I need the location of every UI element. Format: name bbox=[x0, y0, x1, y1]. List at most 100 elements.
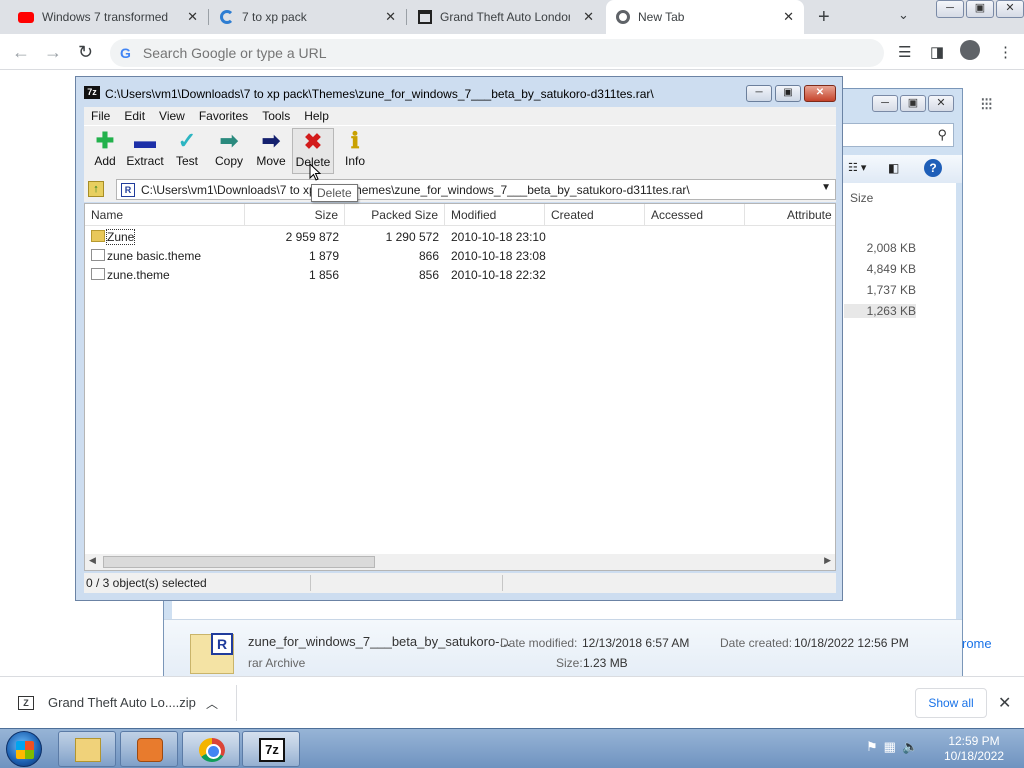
file-name: zune basic.theme bbox=[107, 249, 202, 263]
tab-separator bbox=[406, 9, 407, 25]
add-button[interactable]: ✚ Add bbox=[84, 128, 126, 174]
chrome-link-fragment[interactable]: rome bbox=[962, 636, 992, 651]
close-button[interactable]: ✕ bbox=[804, 85, 836, 102]
menu-edit[interactable]: Edit bbox=[117, 107, 152, 125]
close-icon[interactable]: ✕ bbox=[583, 9, 594, 25]
forward-arrow-icon[interactable]: → bbox=[44, 42, 62, 63]
taskbar-chrome[interactable] bbox=[182, 731, 240, 767]
taskbar: 7z ⚑ ▦ 🔈 12:59 PM 10/18/2022 bbox=[0, 728, 1024, 768]
chevron-up-icon[interactable]: ︿ bbox=[206, 695, 218, 712]
column-attributes[interactable]: Attribute bbox=[781, 204, 835, 226]
column-name[interactable]: Name bbox=[85, 204, 245, 226]
delete-tooltip: Delete bbox=[311, 184, 358, 202]
zip-file-icon: Z bbox=[18, 695, 34, 710]
table-row[interactable]: Zune 2 959 872 1 290 572 2010-10-18 23:1… bbox=[85, 228, 835, 247]
table-row[interactable]: zune basic.theme 1 879 866 2010-10-18 23… bbox=[85, 247, 835, 266]
taskbar-explorer[interactable] bbox=[58, 731, 116, 767]
close-icon[interactable]: ✕ bbox=[187, 9, 198, 25]
file-size: 1,737 KB bbox=[866, 283, 916, 297]
download-item[interactable]: Z Grand Theft Auto Lo....zip bbox=[18, 695, 196, 710]
reload-icon[interactable]: ↻ bbox=[78, 42, 93, 63]
more-menu-icon[interactable]: ⋮ bbox=[998, 43, 1013, 61]
preview-pane-icon[interactable]: ◧ bbox=[888, 161, 899, 175]
column-size[interactable]: Size bbox=[850, 191, 873, 205]
menu-help[interactable]: Help bbox=[297, 107, 336, 125]
folder-up-icon[interactable]: ↑ bbox=[88, 181, 104, 197]
windows-logo-icon bbox=[16, 741, 34, 759]
youtube-icon bbox=[18, 11, 34, 23]
info-icon: ℹ bbox=[350, 128, 360, 153]
new-tab-button[interactable]: + bbox=[818, 6, 830, 29]
close-button[interactable]: ✕ bbox=[996, 0, 1024, 18]
status-bar: 0 / 3 object(s) selected bbox=[84, 573, 836, 593]
side-panel-icon[interactable]: ◨ bbox=[930, 43, 944, 61]
rar-archive-icon: R bbox=[190, 633, 234, 674]
start-button[interactable] bbox=[6, 731, 42, 767]
info-button[interactable]: ℹ Info bbox=[334, 128, 376, 174]
column-modified[interactable]: Modified bbox=[445, 204, 545, 226]
volume-icon[interactable]: 🔈 bbox=[902, 739, 918, 755]
test-button[interactable]: ✓ Test bbox=[166, 128, 208, 174]
show-all-button[interactable]: Show all bbox=[915, 688, 987, 718]
tab-title: Windows 7 transformed int bbox=[42, 10, 172, 24]
view-options-icon[interactable]: ☷ ▾ bbox=[848, 161, 866, 174]
menu-favorites[interactable]: Favorites bbox=[192, 107, 255, 125]
menu-tools[interactable]: Tools bbox=[255, 107, 297, 125]
close-icon[interactable]: ✕ bbox=[998, 693, 1011, 713]
back-arrow-icon[interactable]: ← bbox=[12, 42, 30, 63]
path-combobox[interactable]: R C:\Users\vm1\Downloads\7 to xp pack\Th… bbox=[116, 179, 836, 200]
maximize-button[interactable]: ▣ bbox=[775, 85, 801, 102]
tab-7-to-xp-pack[interactable]: 7 to xp pack ✕ bbox=[210, 0, 406, 34]
scrollbar-thumb[interactable] bbox=[103, 556, 375, 568]
7zip-toolbar: ✚ Add ▬ Extract ✓ Test ➡ Copy ➡ Move ✖ D… bbox=[84, 125, 836, 177]
taskbar-7zip[interactable]: 7z bbox=[242, 731, 300, 767]
scroll-right-icon[interactable]: ▶ bbox=[824, 555, 831, 566]
help-icon[interactable]: ? bbox=[924, 159, 942, 177]
close-icon[interactable]: ✕ bbox=[783, 9, 794, 25]
apps-grid-icon[interactable]: ⁝⁝⁝ bbox=[980, 94, 993, 115]
7zip-title-bar[interactable]: 7z C:\Users\vm1\Downloads\7 to xp pack\T… bbox=[76, 77, 842, 107]
table-row[interactable]: zune.theme 1 856 856 2010-10-18 22:32 bbox=[85, 266, 835, 285]
menu-view[interactable]: View bbox=[152, 107, 192, 125]
status-divider bbox=[502, 575, 503, 591]
selection-status: 0 / 3 object(s) selected bbox=[86, 576, 207, 590]
minimize-button[interactable]: ─ bbox=[936, 0, 964, 18]
action-center-icon[interactable]: ⚑ bbox=[866, 739, 878, 755]
close-icon[interactable]: ✕ bbox=[385, 9, 396, 25]
file-size-selected: 1,263 KB bbox=[844, 304, 916, 318]
menu-file[interactable]: File bbox=[84, 107, 117, 125]
scroll-left-icon[interactable]: ◀ bbox=[89, 555, 96, 566]
explorer-search-box[interactable]: ⚲ bbox=[840, 123, 954, 147]
taskbar-media-player[interactable] bbox=[120, 731, 178, 767]
tab-gta-london[interactable]: Grand Theft Auto London 1 ✕ bbox=[408, 0, 604, 34]
network-icon[interactable]: ▦ bbox=[884, 739, 896, 755]
tab-youtube[interactable]: Windows 7 transformed int ✕ bbox=[8, 0, 208, 34]
path-value: C:\Users\vm1\Downloads\7 to xp pack\Them… bbox=[141, 182, 690, 197]
maximize-button[interactable]: ▣ bbox=[900, 95, 926, 112]
column-size[interactable]: Size bbox=[245, 204, 345, 226]
tab-search-chevron-icon[interactable]: ⌄ bbox=[898, 7, 909, 23]
close-button[interactable]: ✕ bbox=[928, 95, 954, 112]
reading-list-icon[interactable]: ☰ bbox=[898, 43, 911, 61]
omnibox[interactable]: G bbox=[110, 39, 884, 67]
column-packed-size[interactable]: Packed Size bbox=[345, 204, 445, 226]
column-created[interactable]: Created bbox=[545, 204, 645, 226]
file-size: 1 879 bbox=[308, 249, 339, 263]
tab-new-tab[interactable]: New Tab ✕ bbox=[606, 0, 804, 34]
details-size-label: Size: bbox=[556, 656, 583, 670]
tab-title: Grand Theft Auto London 1 bbox=[440, 10, 570, 24]
minimize-button[interactable]: ─ bbox=[746, 85, 772, 102]
profile-avatar[interactable] bbox=[960, 40, 980, 60]
move-button[interactable]: ➡ Move bbox=[250, 128, 292, 174]
copy-button[interactable]: ➡ Copy bbox=[208, 128, 250, 174]
horizontal-scrollbar[interactable]: ◀ ▶ bbox=[85, 554, 835, 570]
maximize-button[interactable]: ▣ bbox=[966, 0, 994, 18]
tab-strip: Windows 7 transformed int ✕ 7 to xp pack… bbox=[0, 0, 1024, 34]
extract-button[interactable]: ▬ Extract bbox=[124, 128, 166, 174]
minimize-button[interactable]: ─ bbox=[872, 95, 898, 112]
clock[interactable]: 12:59 PM 10/18/2022 bbox=[942, 734, 1006, 764]
column-accessed[interactable]: Accessed bbox=[645, 204, 745, 226]
7zip-logo-icon: 7z bbox=[84, 86, 100, 99]
dropdown-arrow-icon[interactable]: ▼ bbox=[821, 182, 831, 193]
omnibox-input[interactable] bbox=[142, 45, 743, 61]
